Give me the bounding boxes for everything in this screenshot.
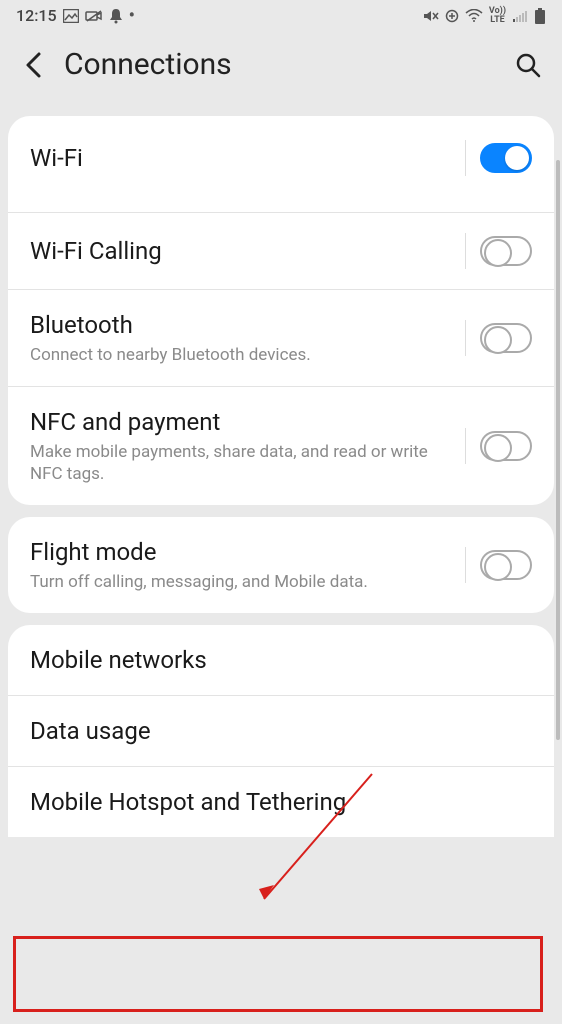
wifi-calling-row[interactable]: Wi-Fi Calling <box>8 213 554 290</box>
wifi-row[interactable]: Wi-Fi <box>8 116 554 213</box>
flight-subtitle: Turn off calling, messaging, and Mobile … <box>30 571 455 593</box>
scrollbar[interactable] <box>556 160 560 740</box>
battery-icon <box>534 8 546 24</box>
hotspot-row[interactable]: Mobile Hotspot and Tethering <box>8 767 554 837</box>
bluetooth-row[interactable]: Bluetooth Connect to nearby Bluetooth de… <box>8 290 554 387</box>
vertical-divider <box>465 428 466 464</box>
data-usage-row[interactable]: Data usage <box>8 696 554 767</box>
wifi-calling-toggle[interactable] <box>480 236 532 266</box>
status-right: Vo))LTE <box>423 7 546 25</box>
annotation-highlight <box>13 936 543 1012</box>
vertical-divider <box>465 547 466 583</box>
flight-mode-toggle[interactable] <box>480 550 532 580</box>
vertical-divider <box>465 320 466 356</box>
mobile-networks-row[interactable]: Mobile networks <box>8 625 554 696</box>
volte-icon: Vo))LTE <box>489 7 506 25</box>
mobile-networks-title: Mobile networks <box>30 645 522 675</box>
header: Connections <box>0 29 562 104</box>
vertical-divider <box>465 233 466 269</box>
wifi-toggle[interactable] <box>480 143 532 173</box>
wifi-calling-title: Wi-Fi Calling <box>30 236 455 266</box>
status-time: 12:15 <box>16 6 57 25</box>
status-left: 12:15 • <box>16 6 135 25</box>
settings-group-1: Wi-Fi Wi-Fi Calling Bluetooth Connect to… <box>8 116 554 505</box>
nfc-toggle[interactable] <box>480 431 532 461</box>
search-icon <box>515 52 541 78</box>
bluetooth-title: Bluetooth <box>30 310 455 340</box>
signal-icon <box>512 9 528 23</box>
page-title: Connections <box>64 47 232 82</box>
chevron-left-icon <box>24 51 44 79</box>
gallery-icon <box>63 9 79 23</box>
nfc-title: NFC and payment <box>30 407 455 437</box>
bluetooth-subtitle: Connect to nearby Bluetooth devices. <box>30 344 455 366</box>
data-saver-icon <box>445 9 459 23</box>
camera-off-icon <box>85 9 103 23</box>
nfc-subtitle: Make mobile payments, share data, and re… <box>30 441 455 485</box>
status-bar: 12:15 • Vo))LTE <box>0 0 562 29</box>
hotspot-title: Mobile Hotspot and Tethering <box>30 787 522 817</box>
flight-title: Flight mode <box>30 537 455 567</box>
wifi-icon <box>465 9 483 23</box>
back-button[interactable] <box>18 49 50 81</box>
vertical-divider <box>465 140 466 176</box>
settings-group-3: Mobile networks Data usage Mobile Hotspo… <box>8 625 554 837</box>
bluetooth-toggle[interactable] <box>480 323 532 353</box>
nfc-row[interactable]: NFC and payment Make mobile payments, sh… <box>8 387 554 505</box>
wifi-title: Wi-Fi <box>30 143 455 173</box>
settings-group-2: Flight mode Turn off calling, messaging,… <box>8 517 554 613</box>
data-usage-title: Data usage <box>30 716 522 746</box>
more-dot-icon: • <box>129 7 135 25</box>
mute-icon <box>423 9 439 23</box>
search-button[interactable] <box>512 49 544 81</box>
flight-mode-row[interactable]: Flight mode Turn off calling, messaging,… <box>8 517 554 613</box>
dnd-icon <box>109 8 123 24</box>
